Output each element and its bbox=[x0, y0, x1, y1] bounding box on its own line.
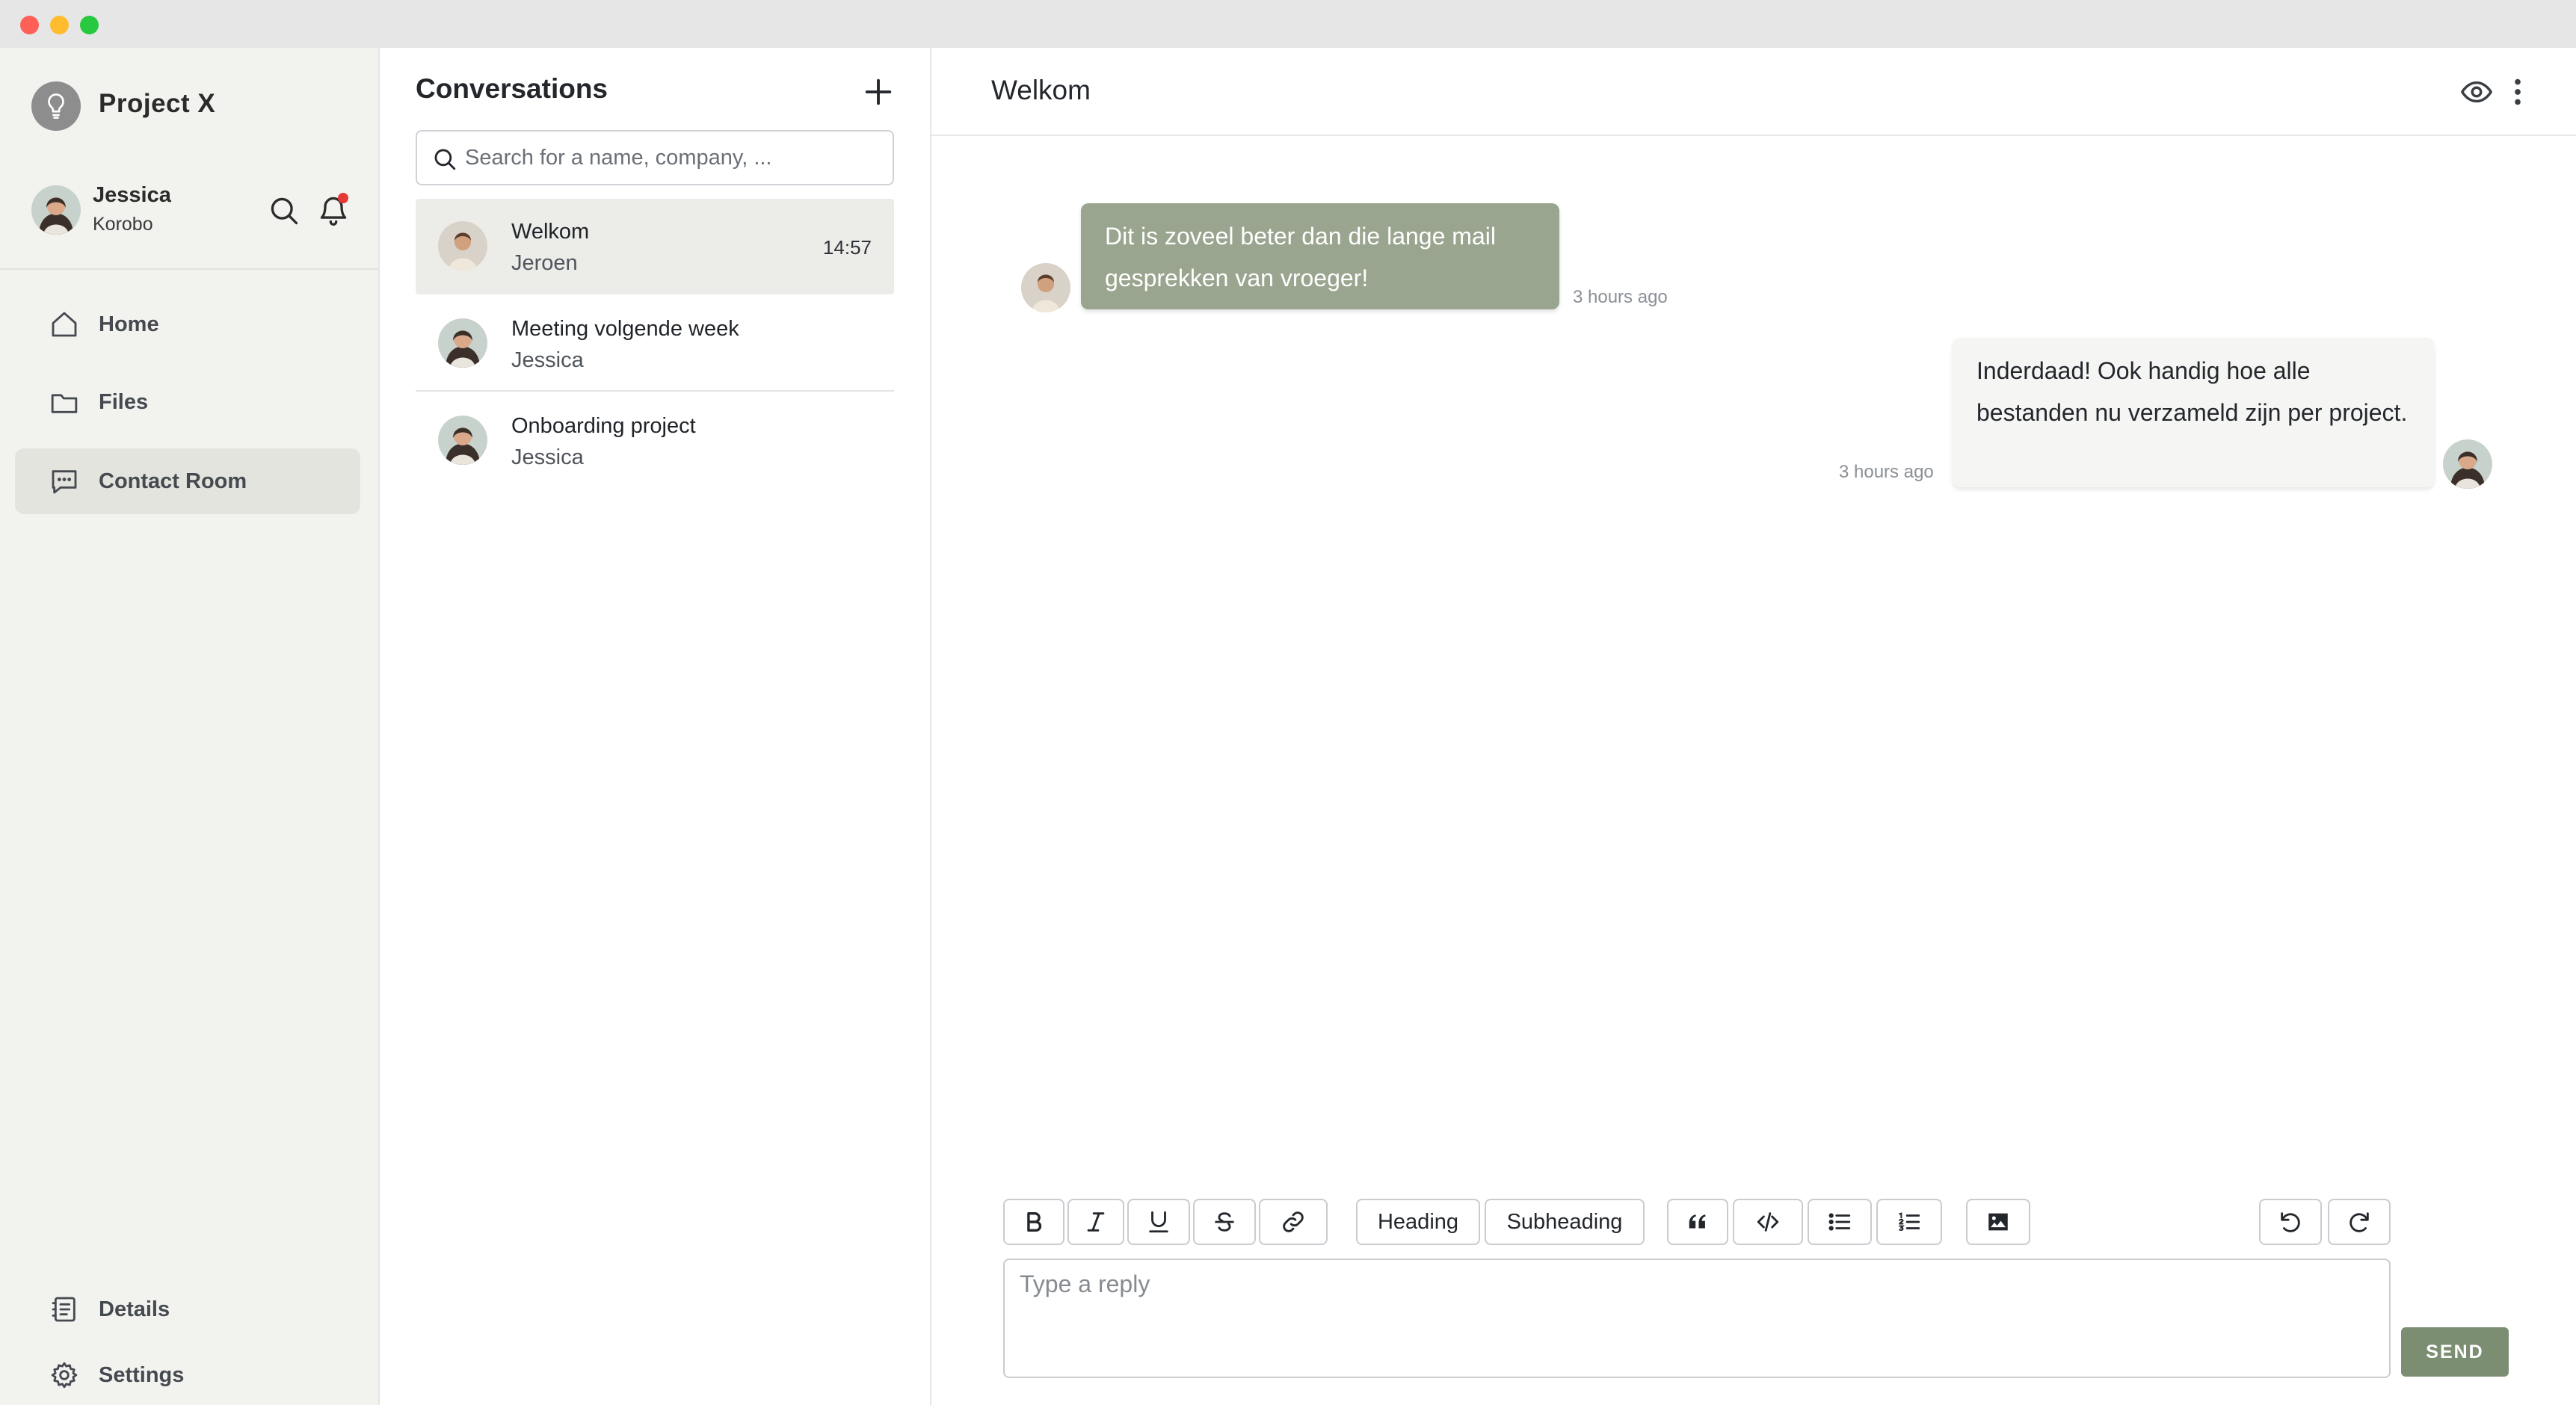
folder-icon bbox=[49, 387, 79, 417]
numbered-list-icon[interactable] bbox=[1876, 1199, 1942, 1245]
conversation-title: Meeting volgende week bbox=[511, 317, 739, 341]
user-avatar[interactable] bbox=[31, 185, 81, 235]
send-button[interactable]: SEND bbox=[2401, 1327, 2509, 1377]
subheading-button[interactable]: Subheading bbox=[1485, 1199, 1645, 1245]
chat-pane: Welkom Dit is zoveel beter dan die lange… bbox=[931, 48, 2576, 1405]
sidebar-item-label: Details bbox=[99, 1297, 170, 1321]
zoom-window-button[interactable] bbox=[80, 16, 99, 34]
my-avatar bbox=[2443, 439, 2492, 489]
conversation-item[interactable]: Welkom Jeroen 14:57 bbox=[416, 199, 894, 294]
conversations-title: Conversations bbox=[416, 73, 608, 104]
undo-icon[interactable] bbox=[2259, 1199, 2322, 1245]
sidebar-item-label: Settings bbox=[99, 1362, 185, 1387]
chat-title: Welkom bbox=[991, 75, 1091, 105]
conversation-item[interactable]: Onboarding project Jessica bbox=[416, 393, 894, 489]
lightbulb-icon[interactable] bbox=[31, 81, 81, 131]
message-timestamp: 3 hours ago bbox=[1839, 462, 1934, 482]
redo-icon[interactable] bbox=[2328, 1199, 2391, 1245]
italic-icon[interactable] bbox=[1067, 1199, 1124, 1245]
chat-icon bbox=[49, 466, 79, 496]
close-window-button[interactable] bbox=[20, 16, 39, 34]
search-input[interactable] bbox=[463, 136, 882, 179]
project-name: Project X bbox=[99, 89, 216, 118]
sidebar-item-home[interactable]: Home bbox=[15, 291, 360, 357]
details-icon bbox=[49, 1294, 79, 1324]
code-icon[interactable] bbox=[1733, 1199, 1803, 1245]
message-timestamp: 3 hours ago bbox=[1573, 287, 1668, 307]
user-name: Jessica bbox=[93, 183, 171, 207]
search-icon bbox=[432, 146, 457, 172]
quote-icon[interactable] bbox=[1667, 1199, 1728, 1245]
outgoing-message: Inderdaad! Ook handig hoe alle bestanden… bbox=[1953, 338, 2434, 487]
notification-dot bbox=[338, 193, 348, 203]
avatar bbox=[438, 416, 487, 465]
search-icon[interactable] bbox=[268, 194, 301, 227]
chat-header: Welkom bbox=[931, 48, 2576, 136]
minimize-window-button[interactable] bbox=[50, 16, 69, 34]
sidebar-item-label: Files bbox=[99, 389, 149, 414]
eye-icon[interactable] bbox=[2459, 75, 2494, 109]
image-icon[interactable] bbox=[1966, 1199, 2030, 1245]
heading-button[interactable]: Heading bbox=[1356, 1199, 1480, 1245]
sidebar-item-label: Contact Room bbox=[99, 469, 247, 493]
home-icon bbox=[49, 309, 79, 339]
sidebar: Project X Jessica Korobo Home Files Cont… bbox=[0, 48, 380, 1405]
link-icon[interactable] bbox=[1259, 1199, 1328, 1245]
sidebar-item-details[interactable]: Details bbox=[15, 1276, 360, 1342]
conversation-search[interactable] bbox=[416, 130, 894, 185]
sidebar-item-contact-room[interactable]: Contact Room bbox=[15, 448, 360, 514]
user-company: Korobo bbox=[93, 214, 153, 235]
reply-input[interactable] bbox=[1018, 1269, 2376, 1368]
avatar bbox=[438, 221, 487, 271]
bullet-list-icon[interactable] bbox=[1808, 1199, 1872, 1245]
conversation-sender: Jeroen bbox=[511, 251, 578, 275]
avatar bbox=[438, 318, 487, 368]
gear-icon bbox=[49, 1360, 79, 1390]
conversation-sender: Jessica bbox=[511, 348, 584, 372]
conversations-panel: Conversations Welkom Jeroen 14:57 bbox=[380, 48, 931, 1405]
conversation-title: Onboarding project bbox=[511, 414, 696, 438]
strikethrough-icon[interactable] bbox=[1193, 1199, 1256, 1245]
sidebar-divider bbox=[0, 268, 378, 270]
window-titlebar bbox=[0, 0, 2576, 48]
conversation-time: 14:57 bbox=[822, 236, 872, 259]
underline-icon[interactable] bbox=[1127, 1199, 1190, 1245]
sidebar-item-files[interactable]: Files bbox=[15, 369, 360, 435]
more-vertical-icon[interactable] bbox=[2503, 75, 2533, 109]
bell-icon[interactable] bbox=[317, 193, 350, 227]
conversation-item[interactable]: Meeting volgende week Jessica bbox=[416, 296, 894, 392]
reply-box[interactable] bbox=[1003, 1259, 2391, 1378]
sidebar-item-label: Home bbox=[99, 312, 159, 336]
sidebar-item-settings[interactable]: Settings bbox=[15, 1342, 360, 1408]
conversation-title: Welkom bbox=[511, 220, 590, 244]
bold-icon[interactable] bbox=[1003, 1199, 1064, 1245]
sender-avatar bbox=[1021, 263, 1070, 312]
conversation-sender: Jessica bbox=[511, 445, 584, 469]
incoming-message: Dit is zoveel beter dan die lange mail g… bbox=[1081, 203, 1559, 309]
plus-icon[interactable] bbox=[861, 75, 896, 109]
